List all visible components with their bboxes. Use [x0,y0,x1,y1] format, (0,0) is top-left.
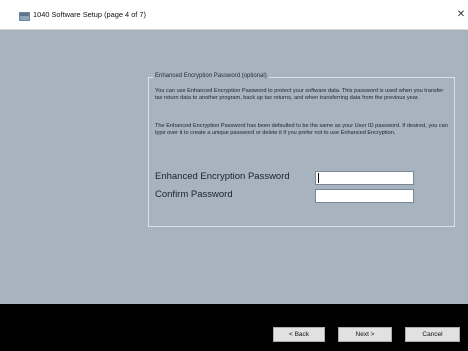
window-title: 1040 Software Setup (page 4 of 7) [33,10,146,19]
password-label: Enhanced Encryption Password [155,171,290,182]
close-icon[interactable]: ✕ [455,9,467,21]
confirm-password-field[interactable] [315,189,414,203]
confirm-password-label: Confirm Password [155,189,233,200]
groupbox-legend: Enhanced Encryption Password (optional) [153,73,269,79]
password-field[interactable] [315,171,414,185]
cancel-button[interactable]: Cancel [405,327,460,342]
app-window-icon [19,12,30,21]
encryption-description: You can use Enhanced Encryption Password… [155,88,444,101]
next-button[interactable]: Next > [338,327,392,342]
back-button[interactable]: < Back [273,327,325,342]
wizard-footer [0,304,468,351]
default-password-note: The Enhanced Encryption Password has bee… [155,123,448,136]
text-cursor [318,173,319,183]
title-bar: 1040 Software Setup (page 4 of 7) ✕ [0,0,468,30]
